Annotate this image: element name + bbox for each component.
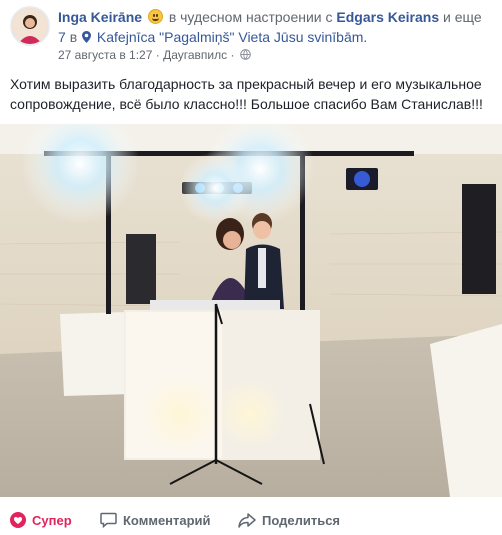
post-actions: Супер Комментарий Поделиться (0, 506, 502, 534)
dot-separator-2: · (230, 48, 235, 62)
comment-icon (100, 512, 117, 528)
smiley-emoji-icon (147, 9, 163, 24)
comment-label: Комментарий (123, 512, 211, 528)
at-word: в (69, 29, 78, 45)
post-meta: Inga Keirāne в чудесном настроении с Edg… (58, 7, 498, 27)
author-name[interactable]: Inga Keirāne (58, 9, 142, 25)
dot-separator: · (155, 48, 160, 62)
avatar[interactable] (10, 6, 50, 46)
like-label: Супер (32, 512, 72, 528)
like-button[interactable]: Супер (10, 506, 72, 534)
post-text: Хотим выразить благодарность за прекрасн… (10, 76, 483, 112)
comment-button[interactable]: Комментарий (100, 506, 211, 534)
tagged-user[interactable]: Edgars Keirans (336, 9, 439, 25)
share-button[interactable]: Поделиться (238, 506, 340, 534)
post-timestamp-line: 27 августа в 1:27 · Даугавпилс · (58, 47, 251, 63)
share-label: Поделиться (262, 512, 341, 528)
and-others-text: и еще (443, 9, 482, 25)
timestamp[interactable]: 27 августа в 1:27 (58, 48, 152, 62)
post-photo[interactable] (0, 124, 502, 497)
location-pin-icon (82, 31, 92, 43)
location-link[interactable]: Kafejnīca "Pagalmiņš" Vieta Jūsu svinībā… (97, 29, 367, 45)
place[interactable]: Даугавпилс (163, 48, 227, 62)
post-header: Inga Keirāne в чудесном настроении с Edg… (8, 6, 498, 63)
heart-reaction-icon (10, 512, 26, 528)
globe-icon[interactable] (239, 49, 251, 60)
post-meta-line2: 7 в Kafejnīca "Pagalmiņš" Vieta Jūsu svi… (58, 27, 498, 47)
share-icon (238, 513, 256, 528)
others-count[interactable]: 7 (58, 29, 66, 45)
feeling-text: в чудесном настроении с (168, 9, 333, 25)
